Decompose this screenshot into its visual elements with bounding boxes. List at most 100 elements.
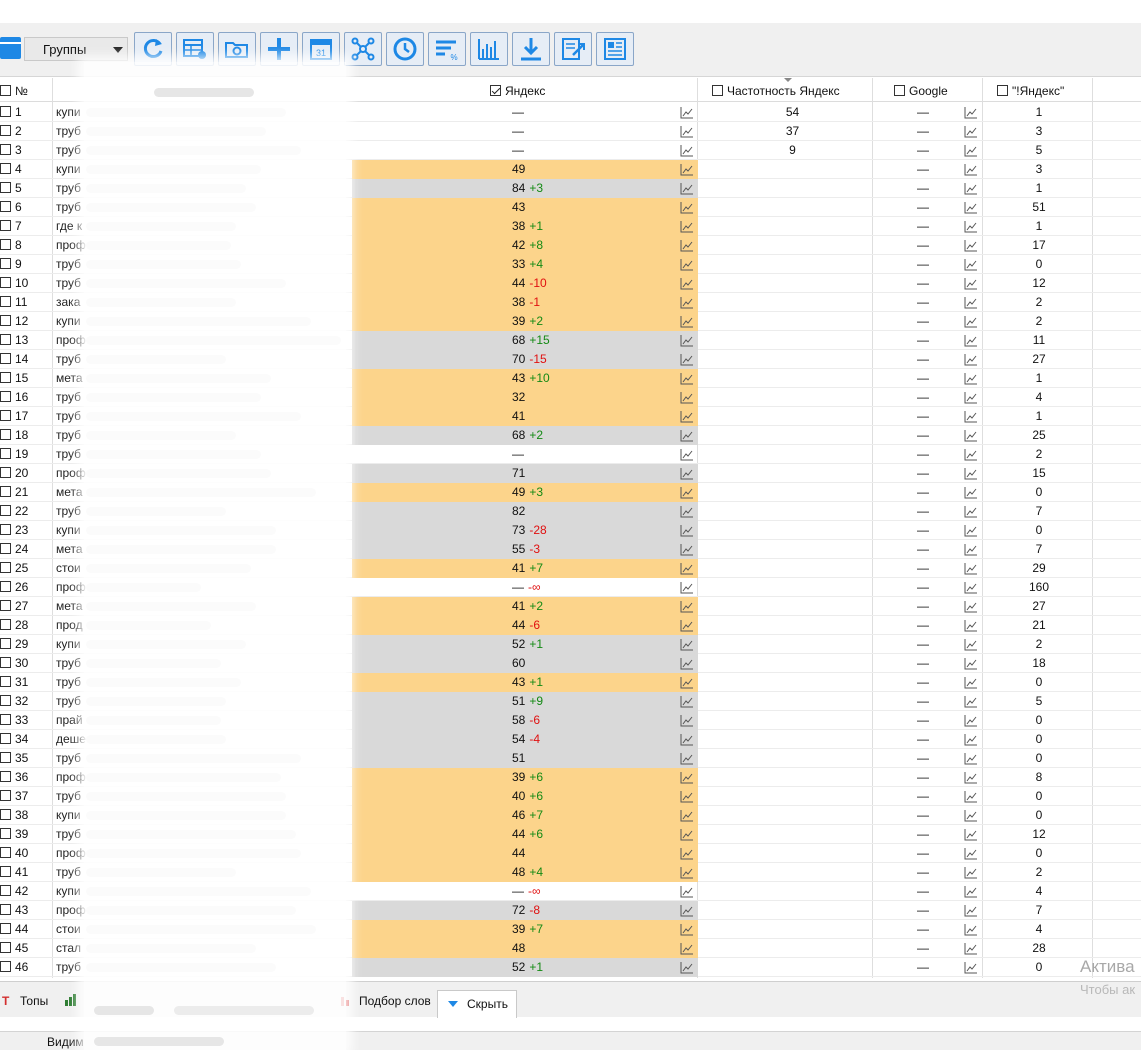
- trend-chart-icon[interactable]: [964, 391, 978, 404]
- trend-chart-icon[interactable]: [964, 467, 978, 480]
- yandex-position-cell[interactable]: —: [352, 445, 698, 464]
- trend-chart-icon[interactable]: [680, 125, 694, 138]
- row-checkbox[interactable]: [0, 315, 11, 326]
- yandex-position-cell[interactable]: 55 -3: [352, 540, 698, 559]
- trend-chart-icon[interactable]: [964, 296, 978, 309]
- trend-chart-icon[interactable]: [680, 372, 694, 385]
- trend-chart-icon[interactable]: [964, 961, 978, 974]
- google-position-cell[interactable]: —: [873, 312, 983, 331]
- google-position-cell[interactable]: —: [873, 141, 983, 160]
- row-checkbox[interactable]: [0, 372, 11, 383]
- yandex-position-cell[interactable]: — -∞: [352, 882, 698, 901]
- row-checkbox[interactable]: [0, 353, 11, 364]
- google-position-cell[interactable]: —: [873, 863, 983, 882]
- trend-chart-icon[interactable]: [680, 201, 694, 214]
- row-checkbox[interactable]: [0, 296, 11, 307]
- trend-chart-icon[interactable]: [680, 771, 694, 784]
- yandex-position-cell[interactable]: 38 +1: [352, 217, 698, 236]
- trend-chart-icon[interactable]: [680, 410, 694, 423]
- trend-chart-icon[interactable]: [964, 277, 978, 290]
- google-position-cell[interactable]: —: [873, 331, 983, 350]
- yandex-position-cell[interactable]: 60: [352, 654, 698, 673]
- yandex-position-cell[interactable]: 39 +6: [352, 768, 698, 787]
- row-checkbox[interactable]: [0, 733, 11, 744]
- trend-chart-icon[interactable]: [964, 676, 978, 689]
- trend-chart-icon[interactable]: [964, 220, 978, 233]
- trend-chart-icon[interactable]: [964, 562, 978, 575]
- google-position-cell[interactable]: —: [873, 920, 983, 939]
- trend-chart-icon[interactable]: [680, 714, 694, 727]
- yandex-position-cell[interactable]: 42 +8: [352, 236, 698, 255]
- trend-chart-icon[interactable]: [964, 638, 978, 651]
- google-position-cell[interactable]: —: [873, 407, 983, 426]
- trend-chart-icon[interactable]: [680, 334, 694, 347]
- yandex-position-cell[interactable]: 49: [352, 160, 698, 179]
- network-button[interactable]: [344, 32, 382, 66]
- trend-chart-icon[interactable]: [964, 201, 978, 214]
- trend-chart-icon[interactable]: [680, 182, 694, 195]
- row-checkbox[interactable]: [0, 562, 11, 573]
- trend-chart-icon[interactable]: [964, 600, 978, 613]
- yandex-position-cell[interactable]: 84 +3: [352, 179, 698, 198]
- yandex-position-cell[interactable]: 71: [352, 464, 698, 483]
- yandex-position-cell[interactable]: 72 -8: [352, 901, 698, 920]
- view-mode-icon[interactable]: [0, 37, 21, 59]
- trend-chart-icon[interactable]: [680, 353, 694, 366]
- row-checkbox[interactable]: [0, 942, 11, 953]
- row-checkbox[interactable]: [0, 163, 11, 174]
- trend-chart-icon[interactable]: [964, 847, 978, 860]
- add-button[interactable]: [260, 32, 298, 66]
- google-position-cell[interactable]: —: [873, 483, 983, 502]
- trend-chart-icon[interactable]: [680, 695, 694, 708]
- google-position-cell[interactable]: —: [873, 616, 983, 635]
- trend-chart-icon[interactable]: [964, 448, 978, 461]
- google-position-cell[interactable]: —: [873, 502, 983, 521]
- yandex-position-cell[interactable]: 44 -6: [352, 616, 698, 635]
- yandex-position-cell[interactable]: 51: [352, 749, 698, 768]
- calendar-button[interactable]: 31: [302, 32, 340, 66]
- google-position-cell[interactable]: —: [873, 198, 983, 217]
- trend-chart-icon[interactable]: [964, 733, 978, 746]
- trend-chart-icon[interactable]: [680, 429, 694, 442]
- yandex-position-cell[interactable]: 68 +2: [352, 426, 698, 445]
- google-position-cell[interactable]: —: [873, 255, 983, 274]
- trend-chart-icon[interactable]: [680, 296, 694, 309]
- trend-chart-icon[interactable]: [680, 752, 694, 765]
- trend-chart-icon[interactable]: [680, 619, 694, 632]
- header-frequency[interactable]: Частотность Яндекс: [712, 78, 840, 102]
- google-position-cell[interactable]: —: [873, 749, 983, 768]
- row-checkbox[interactable]: [0, 961, 11, 972]
- yandex-position-cell[interactable]: 32: [352, 388, 698, 407]
- tab-hide[interactable]: Скрыть: [437, 990, 517, 1018]
- trend-chart-icon[interactable]: [680, 524, 694, 537]
- chart-button[interactable]: [470, 32, 508, 66]
- row-checkbox[interactable]: [0, 144, 11, 155]
- google-position-cell[interactable]: —: [873, 293, 983, 312]
- trend-chart-icon[interactable]: [680, 543, 694, 556]
- trend-chart-icon[interactable]: [964, 771, 978, 784]
- google-position-cell[interactable]: —: [873, 236, 983, 255]
- google-position-cell[interactable]: —: [873, 274, 983, 293]
- google-position-cell[interactable]: —: [873, 179, 983, 198]
- google-position-cell[interactable]: —: [873, 711, 983, 730]
- yandex-position-cell[interactable]: 49 +3: [352, 483, 698, 502]
- yandex-position-cell[interactable]: 46 +7: [352, 806, 698, 825]
- header-yandex[interactable]: Яндекс: [490, 78, 545, 102]
- yandex-position-cell[interactable]: 44 -10: [352, 274, 698, 293]
- trend-chart-icon[interactable]: [680, 467, 694, 480]
- google-position-cell[interactable]: —: [873, 692, 983, 711]
- trend-chart-icon[interactable]: [680, 315, 694, 328]
- google-position-cell[interactable]: —: [873, 559, 983, 578]
- google-position-cell[interactable]: —: [873, 787, 983, 806]
- row-checkbox[interactable]: [0, 600, 11, 611]
- yandex-position-cell[interactable]: 41 +2: [352, 597, 698, 616]
- trend-chart-icon[interactable]: [964, 543, 978, 556]
- yandex-position-cell[interactable]: 43 +10: [352, 369, 698, 388]
- row-checkbox[interactable]: [0, 182, 11, 193]
- row-checkbox[interactable]: [0, 391, 11, 402]
- google-position-cell[interactable]: —: [873, 103, 983, 122]
- row-checkbox[interactable]: [0, 847, 11, 858]
- trend-chart-icon[interactable]: [680, 163, 694, 176]
- trend-chart-icon[interactable]: [964, 125, 978, 138]
- trend-chart-icon[interactable]: [964, 410, 978, 423]
